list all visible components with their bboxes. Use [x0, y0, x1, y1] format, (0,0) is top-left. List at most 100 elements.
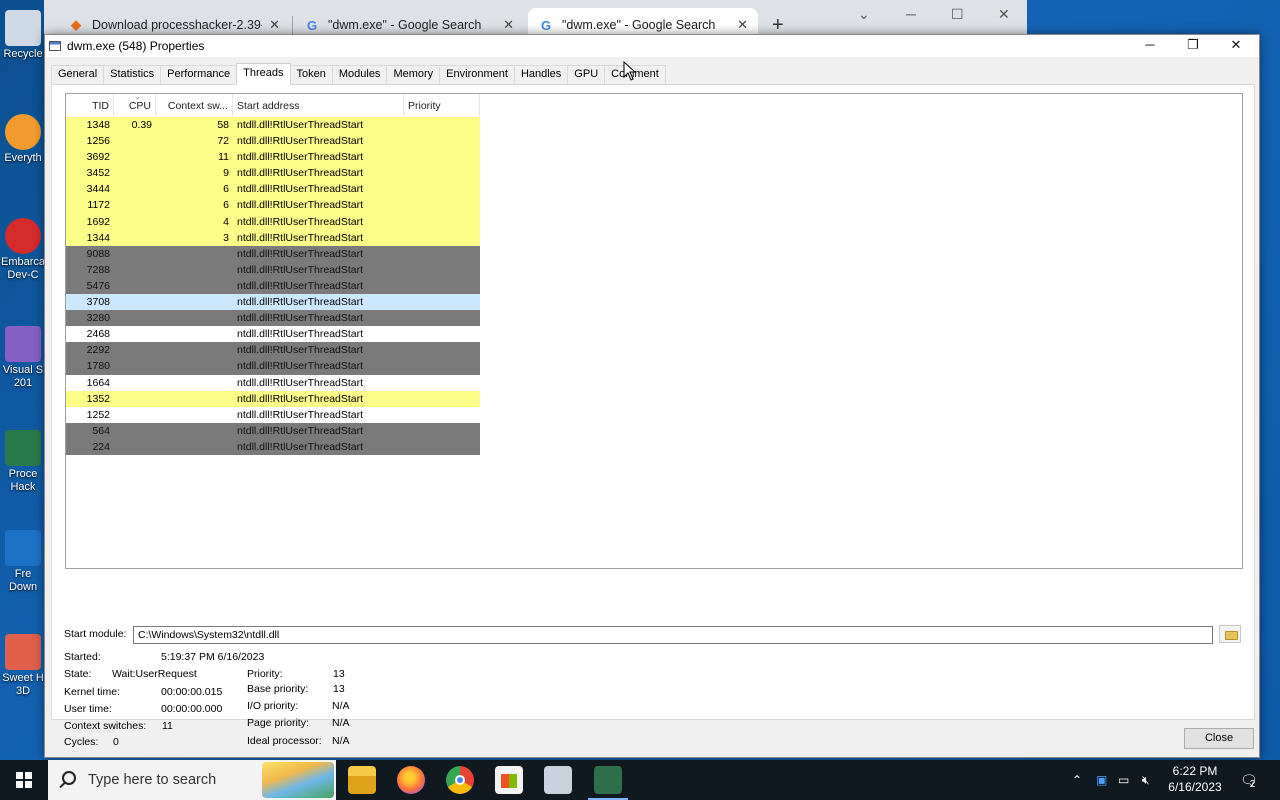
desktop-icon-label: Recycle [3, 48, 43, 60]
desktop-icon-label: Sweet H 3D [2, 672, 44, 697]
tab-handles[interactable]: Handles [513, 65, 569, 84]
file-explorer-icon[interactable] [348, 766, 376, 794]
started-label: Started: [64, 651, 101, 663]
desktop-icon-label: Proce Hack [8, 468, 38, 493]
tab-separator [292, 16, 293, 34]
browser-tab-title: Download processhacker-2.39-s [92, 18, 262, 32]
show-hidden-icons-button[interactable]: ⌃ [1072, 760, 1082, 800]
base-priority-label: Base priority: [247, 683, 309, 695]
desktop-icon-free-download[interactable]: Fre Down [0, 530, 46, 594]
start-module-label: Start module: [64, 628, 127, 640]
kernel-time-value: 00:00:00.015 [161, 686, 223, 698]
google-icon: G [306, 17, 318, 33]
priority-label: Priority: [247, 668, 283, 680]
app-icon [49, 41, 61, 51]
close-icon[interactable]: ✕ [737, 17, 748, 33]
context-switches-value: 11 [162, 720, 173, 732]
threads-panel: TID ⌄ CPU Context sw... Start address Pr… [51, 84, 1255, 748]
desktop-icon-embarcadero[interactable]: Embarca Dev-C [0, 218, 46, 282]
tab-threads[interactable]: Threads [236, 63, 291, 85]
title-bar[interactable]: dwm.exe (548) Properties ─ ❐ ✕ [45, 35, 1259, 57]
firefox-icon[interactable] [397, 766, 425, 794]
minimize-button[interactable]: ─ [1128, 35, 1172, 57]
mouse-cursor-icon [623, 61, 637, 81]
close-icon[interactable]: ✕ [269, 17, 280, 33]
state-label: State: [64, 668, 92, 680]
desktop-icon-label: Embarca Dev-C [0, 256, 46, 281]
close-window-button[interactable]: ✕ [1214, 35, 1258, 57]
desktop-icon-everything[interactable]: Everyth [0, 114, 46, 165]
chrome-icon[interactable] [446, 766, 474, 794]
page-priority-label: Page priority: [247, 717, 309, 729]
started-value: 5:19:37 PM 6/16/2023 [161, 651, 265, 663]
tab-bar: General Statistics Performance Threads T… [51, 63, 666, 85]
thread-details: Start module: Started: 5:19:37 PM 6/16/2… [52, 85, 1254, 748]
kernel-time-label: Kernel time: [64, 686, 121, 698]
tab-token[interactable]: Token [289, 65, 333, 84]
search-highlight-image [262, 762, 334, 798]
taskbar: Type here to search ⌃ ▣ ▭ 🔇︎ 6:22 PM 6/1… [0, 760, 1280, 800]
state-value: Wait:UserRequest [112, 668, 197, 680]
windows-logo-icon [16, 772, 32, 788]
desktop-icon-visual-studio[interactable]: Visual S 201 [0, 326, 46, 390]
tab-modules[interactable]: Modules [331, 65, 388, 84]
network-icon[interactable]: ▭ [1118, 760, 1129, 800]
desktop-icon-sweet-home[interactable]: Sweet H 3D [0, 634, 46, 698]
user-time-label: User time: [64, 703, 112, 715]
tab-environment[interactable]: Environment [439, 65, 515, 84]
recycle-bin-icon [5, 10, 41, 46]
remote-desktop-icon[interactable] [544, 766, 572, 794]
volume-muted-icon[interactable]: 🔇︎ [1142, 760, 1150, 800]
cycles-value: 0 [113, 736, 119, 748]
window-title: dwm.exe (548) Properties [67, 39, 205, 53]
close-button[interactable]: Close [1184, 728, 1254, 749]
desktop-icon-label: Visual S 201 [2, 364, 44, 389]
ideal-processor-label: Ideal processor: [247, 735, 322, 747]
clock-date: 6/16/2023 [1168, 780, 1222, 794]
visual-studio-icon [5, 326, 41, 362]
app-tray-icon[interactable]: ▣ [1096, 760, 1107, 800]
start-module-field[interactable]: C:\Windows\System32\ntdll.dll [133, 626, 1213, 644]
process-hacker-taskbar-icon[interactable] [588, 766, 628, 800]
search-placeholder: Type here to search [88, 772, 217, 788]
context-switches-label: Context switches: [64, 720, 147, 732]
store-icon[interactable] [495, 766, 523, 794]
base-priority-value: 13 [333, 683, 345, 695]
taskbar-search-box[interactable]: Type here to search [48, 760, 336, 800]
desktop-icon-label: Fre Down [8, 568, 38, 593]
tab-performance[interactable]: Performance [160, 65, 238, 84]
tab-statistics[interactable]: Statistics [103, 65, 162, 84]
close-icon[interactable]: ✕ [503, 17, 514, 33]
notifications-icon[interactable]: 🗨︎2 [1240, 760, 1263, 800]
priority-value: 13 [333, 668, 345, 680]
open-folder-icon[interactable] [1219, 625, 1241, 643]
close-icon[interactable]: ✕ [998, 6, 1010, 23]
everything-search-icon [5, 114, 41, 150]
io-priority-label: I/O priority: [247, 700, 299, 712]
minimize-icon[interactable]: ─ [906, 6, 916, 22]
user-time-value: 00:00:00.000 [161, 703, 223, 715]
desktop-icon-label: Everyth [4, 152, 42, 164]
taskbar-clock[interactable]: 6:22 PM 6/16/2023 [1160, 763, 1230, 795]
start-button[interactable] [0, 760, 48, 800]
cycles-label: Cycles: [64, 736, 99, 748]
google-icon: G [540, 17, 552, 33]
properties-window: dwm.exe (548) Properties ─ ❐ ✕ General S… [44, 34, 1260, 758]
desktop-icon-process-hacker[interactable]: Proce Hack [0, 430, 46, 494]
download-favicon-icon: ◆ [71, 17, 81, 32]
ideal-processor-value: N/A [332, 735, 350, 747]
maximize-icon[interactable]: ☐ [951, 6, 964, 23]
restore-button[interactable]: ❐ [1171, 35, 1215, 57]
tab-memory[interactable]: Memory [386, 65, 441, 84]
free-download-manager-icon [5, 530, 41, 566]
page-priority-value: N/A [332, 717, 350, 729]
notification-count: 2 [1249, 779, 1256, 790]
desktop-icon-recycle-bin[interactable]: Recycle [0, 10, 46, 61]
tab-general[interactable]: General [51, 65, 105, 84]
process-hacker-icon [5, 430, 41, 466]
clock-time: 6:22 PM [1172, 764, 1218, 778]
tab-gpu[interactable]: GPU [567, 65, 606, 84]
sweet-home-3d-icon [5, 634, 41, 670]
tab-search-icon[interactable]: ⌄ [858, 6, 870, 23]
browser-tab-title: "dwm.exe" - Google Search [328, 18, 482, 32]
